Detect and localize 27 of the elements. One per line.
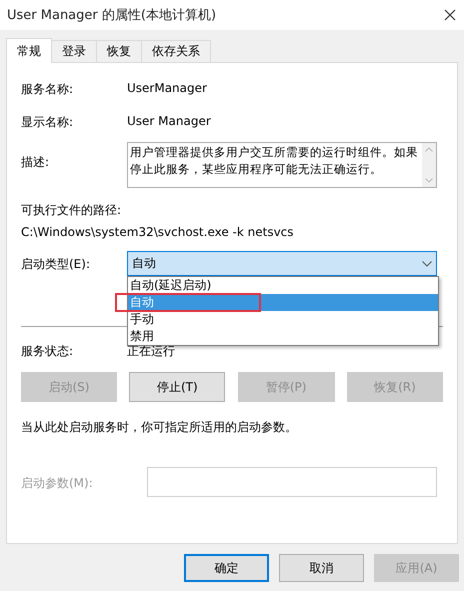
close-icon[interactable] <box>444 9 456 21</box>
scroll-up-icon[interactable] <box>425 147 433 152</box>
dialog-button[interactable]: 确定 <box>184 554 269 582</box>
dialog-button[interactable]: 取消 <box>279 554 364 582</box>
chevron-down-icon <box>422 260 432 266</box>
field-label: 启动参数(M): <box>21 475 94 492</box>
startup-type-dropdown[interactable]: 自动 <box>127 251 437 276</box>
service-button[interactable]: 停止(T) <box>129 372 226 402</box>
dropdown-option[interactable]: 禁用 <box>128 328 438 345</box>
dropdown-option[interactable]: 手动 <box>128 311 438 328</box>
tab[interactable]: 依存关系 <box>141 40 211 62</box>
tab[interactable]: 常规 <box>6 38 52 63</box>
window-title: User Manager 的属性(本地计算机) <box>7 7 216 24</box>
field-label: 服务状态: <box>21 343 74 360</box>
scroll-down-icon[interactable] <box>425 178 433 183</box>
field-value: 正在运行 <box>127 343 175 360</box>
field-value: UserManager <box>127 81 207 95</box>
path-label: 可执行文件的路径: <box>21 202 122 219</box>
field-label: 描述: <box>21 154 50 171</box>
description-text: 用户管理器提供多用户交互所需要的运行时组件。如果停止此服务，某些应用程序可能无法正确运行。 <box>129 144 419 178</box>
hint-text: 当从此处启动服务时，你可指定所适用的启动参数。 <box>21 419 297 436</box>
path-value: C:\Windows\system32\svchost.exe -k netsvcs <box>21 225 294 239</box>
field-label: 服务名称: <box>21 81 74 98</box>
dropdown-option[interactable]: 自动(延迟启动) <box>128 277 438 294</box>
field-value: User Manager <box>127 114 211 128</box>
field-label: 启动类型(E): <box>21 256 91 273</box>
field-label: 显示名称: <box>21 114 74 131</box>
